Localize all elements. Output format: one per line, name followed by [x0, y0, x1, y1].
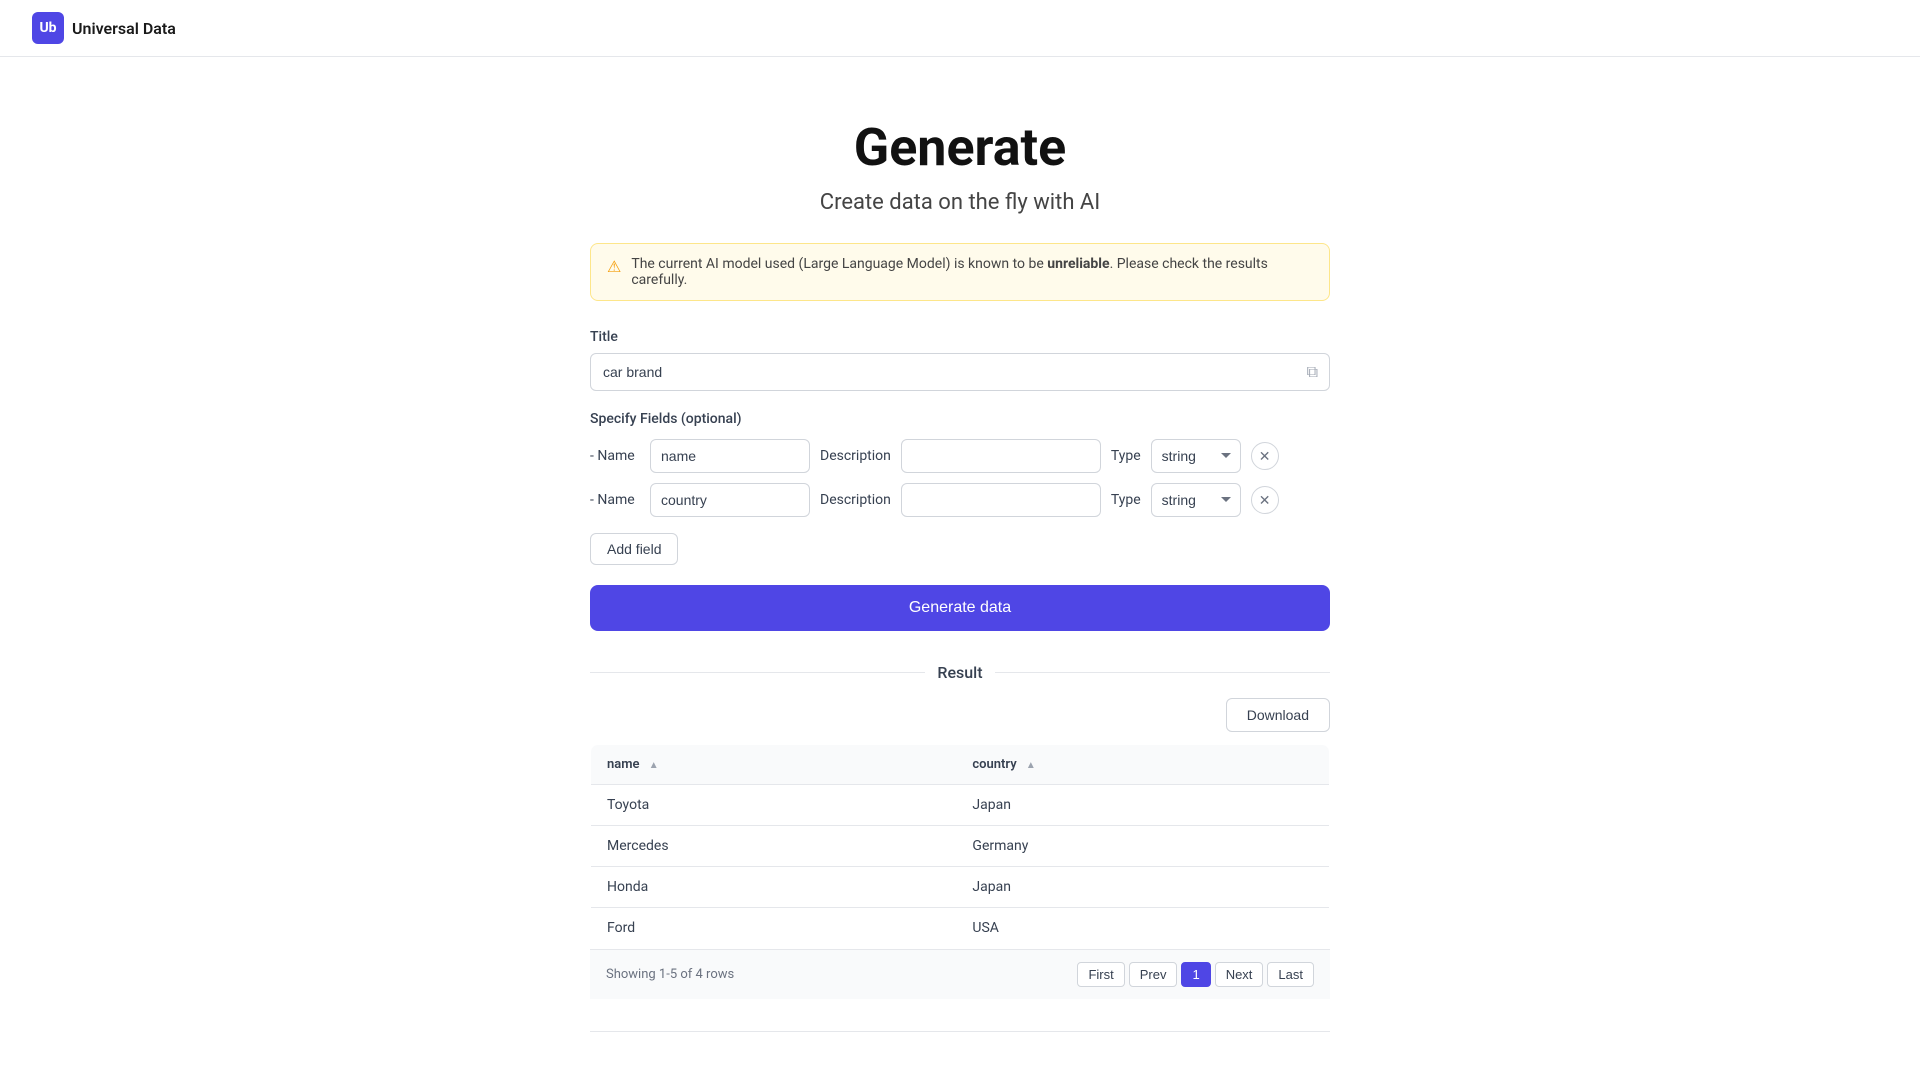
warning-icon: ⚠ [607, 257, 621, 276]
result-table: name ▲ country ▲ Toyota Japan Mercedes G… [590, 744, 1330, 949]
generate-form: Title ⧉ Specify Fields (optional) - Name… [590, 329, 1330, 663]
sort-icon-country: ▲ [1026, 760, 1036, 771]
next-page-button[interactable]: Next [1215, 962, 1264, 987]
showing-text: Showing 1-5 of 4 rows [606, 967, 734, 982]
table-header-row: name ▲ country ▲ [591, 745, 1330, 785]
main-content: Generate Create data on the fly with AI … [0, 57, 1920, 1072]
title-input[interactable] [590, 353, 1330, 391]
result-section: Result Download name ▲ country ▲ Toyota [590, 663, 1330, 999]
app-name: Universal Data [72, 19, 176, 38]
table-row: Toyota Japan [591, 785, 1330, 826]
field-name-input-1[interactable] [650, 439, 810, 473]
field-name-label-2: - Name [590, 492, 640, 508]
cell-country-1: Japan [956, 785, 1329, 826]
result-title: Result [937, 663, 982, 682]
field-name-label-1: - Name [590, 448, 640, 464]
field-type-label-1: Type [1111, 448, 1141, 464]
page-title: Generate [854, 117, 1066, 178]
table-col-country[interactable]: country ▲ [956, 745, 1329, 785]
table-row: Honda Japan [591, 867, 1330, 908]
remove-field-btn-2[interactable]: ✕ [1251, 486, 1279, 514]
pagination-controls: First Prev 1 Next Last [1077, 962, 1314, 987]
specify-fields-label: Specify Fields (optional) [590, 411, 1330, 427]
pagination-row: Showing 1-5 of 4 rows First Prev 1 Next … [590, 949, 1330, 999]
add-field-button[interactable]: Add field [590, 533, 678, 565]
cell-country-4: USA [956, 908, 1329, 949]
table-col-name[interactable]: name ▲ [591, 745, 957, 785]
last-page-button[interactable]: Last [1267, 962, 1314, 987]
header: Ub Universal Data [0, 0, 1920, 57]
download-row: Download [590, 698, 1330, 732]
cell-country-2: Germany [956, 826, 1329, 867]
table-row: Ford USA [591, 908, 1330, 949]
cell-name-2: Mercedes [591, 826, 957, 867]
field-desc-input-2[interactable] [901, 483, 1101, 517]
prev-page-button[interactable]: Prev [1129, 962, 1178, 987]
field-type-select-1[interactable]: string number boolean [1151, 439, 1241, 473]
sort-icon-name: ▲ [649, 760, 659, 771]
table-row: Mercedes Germany [591, 826, 1330, 867]
logo-icon: Ub [32, 12, 64, 44]
result-divider: Result [590, 663, 1330, 682]
warning-banner: ⚠ The current AI model used (Large Langu… [590, 243, 1330, 301]
title-input-wrapper: ⧉ [590, 353, 1330, 391]
field-row-1: - Name Description Type string number bo… [590, 439, 1330, 473]
title-label: Title [590, 329, 1330, 345]
cell-name-4: Ford [591, 908, 957, 949]
field-desc-label-1: Description [820, 448, 891, 464]
remove-field-btn-1[interactable]: ✕ [1251, 442, 1279, 470]
field-type-label-2: Type [1111, 492, 1141, 508]
field-desc-input-1[interactable] [901, 439, 1101, 473]
current-page-button[interactable]: 1 [1181, 962, 1210, 987]
logo: Ub Universal Data [32, 12, 176, 44]
field-name-input-2[interactable] [650, 483, 810, 517]
cell-country-3: Japan [956, 867, 1329, 908]
generate-data-button[interactable]: Generate data [590, 585, 1330, 631]
field-desc-label-2: Description [820, 492, 891, 508]
download-button[interactable]: Download [1226, 698, 1330, 732]
first-page-button[interactable]: First [1077, 962, 1124, 987]
footer-divider [590, 1031, 1330, 1032]
page-subtitle: Create data on the fly with AI [820, 190, 1100, 215]
cell-name-3: Honda [591, 867, 957, 908]
cell-name-1: Toyota [591, 785, 957, 826]
field-row-2: - Name Description Type string number bo… [590, 483, 1330, 517]
warning-text: The current AI model used (Large Languag… [631, 256, 1313, 288]
copy-icon: ⧉ [1307, 362, 1318, 382]
field-type-select-2[interactable]: string number boolean [1151, 483, 1241, 517]
